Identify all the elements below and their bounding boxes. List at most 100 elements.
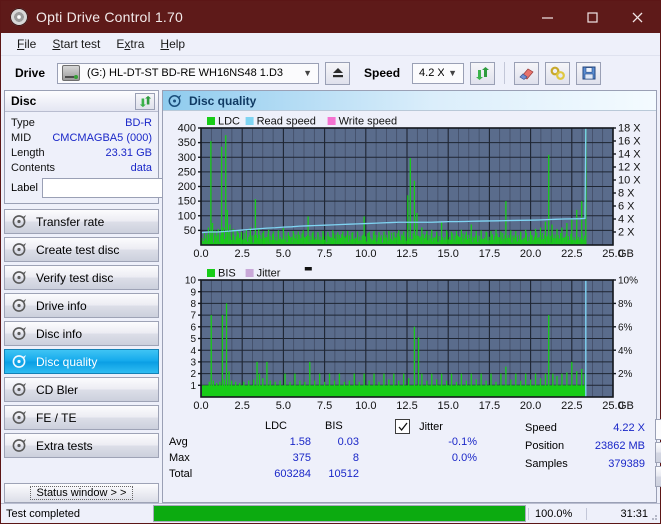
sidebar-item-label: Extra tests	[36, 439, 93, 453]
sidebar-item-disc-quality[interactable]: Disc quality	[4, 349, 159, 374]
drive-label: Drive	[7, 66, 51, 80]
svg-text:6 X: 6 X	[618, 201, 635, 213]
stats-col-bis: BIS	[325, 420, 343, 432]
eject-button[interactable]	[325, 62, 350, 85]
jitter-checkbox[interactable]	[395, 419, 410, 434]
sidebar-item-extra-tests[interactable]: Extra tests	[4, 433, 159, 458]
svg-text:6: 6	[190, 322, 196, 333]
sidebar-item-label: Disc quality	[36, 355, 97, 369]
menu-extra-rest: tra	[130, 37, 144, 51]
sidebar-spacer	[4, 458, 159, 480]
svg-text:GB: GB	[618, 248, 634, 260]
svg-text:300: 300	[178, 152, 196, 164]
jitter-checkbox-wrap[interactable]: Jitter	[395, 419, 443, 434]
disc-row-type: Type BD-R	[11, 115, 152, 130]
svg-text:10.0: 10.0	[355, 248, 376, 260]
menu-help[interactable]: Help	[152, 35, 193, 53]
stats-row-avg-label: Avg	[169, 436, 188, 448]
svg-text:100: 100	[178, 210, 196, 222]
disc-icon	[12, 298, 27, 313]
erase-button[interactable]	[514, 62, 539, 85]
svg-text:LDC: LDC	[218, 116, 240, 128]
sidebar-item-create-test-disc[interactable]: Create test disc	[4, 237, 159, 262]
menu-file-rest: ile	[24, 37, 36, 51]
svg-text:5.0: 5.0	[276, 248, 291, 260]
sidebar-item-verify-test-disc[interactable]: Verify test disc	[4, 265, 159, 290]
disc-row-contents-value: data	[131, 162, 152, 174]
svg-text:10%: 10%	[618, 276, 638, 287]
svg-text:Write speed: Write speed	[339, 116, 398, 128]
menu-file[interactable]: File	[9, 35, 44, 53]
drive-select-value: (G:) HL-DT-ST BD-RE WH16NS48 1.D3	[83, 67, 287, 79]
disc-icon	[168, 94, 182, 108]
stats-col-ldc: LDC	[265, 420, 287, 432]
svg-text:150: 150	[178, 196, 196, 208]
ldc-chart[interactable]: 501001502002503003504002 X4 X6 X8 X10 X1…	[163, 111, 656, 263]
svg-text:2%: 2%	[618, 369, 633, 380]
disc-panel-header: Disc	[5, 91, 158, 112]
test-speed-select[interactable]: 4.2 X ▼	[655, 419, 661, 440]
status-bar: Test completed 100.0% 31:31	[1, 503, 660, 523]
disc-icon	[12, 410, 27, 425]
disc-row-length-key: Length	[11, 147, 45, 159]
sidebar-item-label: Drive info	[36, 299, 87, 313]
svg-text:4 X: 4 X	[618, 214, 635, 226]
svg-text:12.5: 12.5	[396, 248, 417, 260]
sidebar-item-label: FE / TE	[36, 411, 76, 425]
progress-percent: 100.0%	[528, 508, 586, 520]
sidebar-item-label: Create test disc	[36, 243, 119, 257]
disc-icon	[12, 270, 27, 285]
sidebar-item-transfer-rate[interactable]: Transfer rate	[4, 209, 159, 234]
speed-select[interactable]: 4.2 X ▼	[412, 63, 464, 84]
svg-text:22.5: 22.5	[561, 248, 582, 260]
disc-icon	[12, 438, 27, 453]
sidebar-item-cd-bler[interactable]: CD Bler	[4, 377, 159, 402]
maximize-button[interactable]	[570, 1, 615, 33]
resize-grip-icon[interactable]	[648, 511, 658, 521]
bis-chart[interactable]: 123456789102%4%6%8%10%0.02.55.07.510.012…	[163, 263, 656, 415]
refresh-button[interactable]	[470, 62, 495, 85]
svg-text:0.0: 0.0	[193, 400, 208, 412]
disc-row-mid-value: CMCMAGBA5 (000)	[52, 132, 152, 144]
stats-max-jitter: 0.0%	[417, 452, 477, 464]
svg-text:20.0: 20.0	[520, 248, 541, 260]
minimize-button[interactable]	[525, 1, 570, 33]
sidebar-item-label: Transfer rate	[36, 215, 104, 229]
nav-list: Transfer rate Create test disc Verify te…	[4, 209, 159, 458]
sidebar-item-disc-info[interactable]: Disc info	[4, 321, 159, 346]
svg-text:2 X: 2 X	[618, 227, 635, 239]
svg-text:10 X: 10 X	[618, 175, 641, 187]
drive-select[interactable]: (G:) HL-DT-ST BD-RE WH16NS48 1.D3 ▼	[57, 63, 319, 84]
svg-text:2.5: 2.5	[235, 400, 250, 412]
disc-row-mid: MID CMCMAGBA5 (000)	[11, 130, 152, 145]
disc-icon	[12, 326, 27, 341]
disc-row-contents-key: Contents	[11, 162, 55, 174]
save-button[interactable]	[576, 62, 601, 85]
close-button[interactable]	[615, 1, 660, 33]
stats-total-bis: 10512	[307, 468, 359, 480]
sidebar-item-label: Disc info	[36, 327, 82, 341]
speed-stat-value: 4.22 X	[583, 422, 645, 434]
disc-refresh-button[interactable]	[135, 93, 155, 110]
menu-extra[interactable]: Extra	[108, 35, 152, 53]
content-panel: Disc quality 501001502002503003504002 X4…	[162, 90, 657, 503]
sidebar-item-fe-te[interactable]: FE / TE	[4, 405, 159, 430]
content-header: Disc quality	[163, 91, 656, 111]
stats-avg-bis: 0.03	[313, 436, 359, 448]
sidebar: Disc Type BD-R MID CMCM	[4, 90, 159, 503]
start-part-button[interactable]: Start part	[655, 466, 661, 487]
svg-text:12 X: 12 X	[618, 162, 641, 174]
tools-button[interactable]	[545, 62, 570, 85]
start-full-button[interactable]: Start full	[655, 442, 661, 463]
disc-icon	[12, 214, 27, 229]
status-window-button[interactable]: Status window > >	[4, 483, 159, 503]
svg-text:9: 9	[190, 287, 196, 298]
disc-row-type-key: Type	[11, 117, 35, 129]
toolbar-separator	[504, 62, 505, 84]
sidebar-item-drive-info[interactable]: Drive info	[4, 293, 159, 318]
menu-start-test[interactable]: Start test	[44, 35, 108, 53]
svg-text:15.0: 15.0	[437, 248, 458, 260]
disc-label-key: Label	[11, 182, 38, 194]
content-header-label: Disc quality	[189, 94, 256, 108]
stats-side: Speed 4.22 X Position 23862 MB Samples 3…	[525, 418, 652, 500]
